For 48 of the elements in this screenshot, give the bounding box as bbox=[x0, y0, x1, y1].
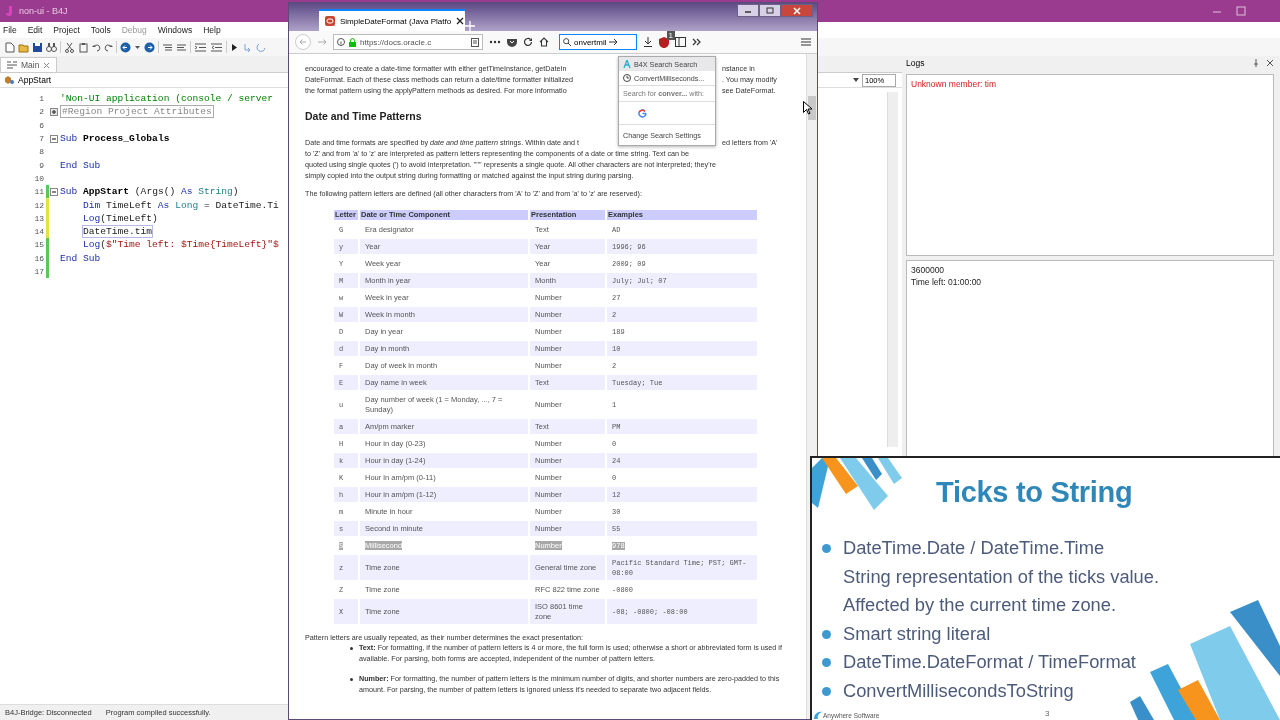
line-number: 6 bbox=[38, 120, 45, 130]
code-line: 'Non-UI application (console / server bbox=[59, 93, 274, 105]
log-error: Unknown member: tim bbox=[911, 79, 998, 89]
bullet-text: Smart string literal bbox=[843, 621, 991, 646]
code-line: Sub AppStart (Args() As String) bbox=[59, 186, 239, 198]
menu-item[interactable]: Help bbox=[203, 25, 221, 35]
editor-tab[interactable]: Main bbox=[0, 57, 58, 72]
line-number: 9 bbox=[38, 160, 45, 170]
line-number: 7 bbox=[38, 134, 45, 144]
line-number: 13 bbox=[33, 213, 45, 223]
menu-item[interactable]: File bbox=[3, 25, 17, 35]
line-number: 14 bbox=[33, 227, 45, 237]
notification-badge: 1 bbox=[666, 30, 675, 40]
menu-item[interactable]: Project bbox=[53, 25, 80, 35]
search-field[interactable]: onvertmil bbox=[559, 34, 637, 50]
menu-item[interactable]: Edit bbox=[27, 25, 43, 35]
line-number: 10 bbox=[33, 173, 45, 183]
panel-title: Logs bbox=[906, 58, 925, 68]
line-number: 17 bbox=[33, 267, 45, 276]
line-number: 16 bbox=[33, 253, 45, 263]
log-line: Time left: 01:00:00 bbox=[911, 277, 983, 287]
bullet-text: DateTime.DateFormat / TimeFormat bbox=[843, 650, 1136, 674]
address-bar[interactable]: https://docs.oracle.c bbox=[333, 34, 483, 50]
search-text: onvertmil bbox=[574, 37, 607, 47]
code-line: Log(TimeLeft) bbox=[82, 212, 158, 224]
menu-item[interactable]: Tools bbox=[90, 25, 111, 35]
module-name: AppStart bbox=[18, 75, 52, 85]
line-number: 1 bbox=[38, 94, 45, 104]
line-number: 2 bbox=[38, 107, 45, 117]
bullet-text: ConvertMillisecondsToString bbox=[843, 678, 1074, 703]
line-number: 15 bbox=[33, 240, 45, 250]
code-line: End Sub bbox=[59, 159, 101, 171]
bullet-text: DateTime.Date / DateTime.Time String representation of the ticks value. Affected by the current time zone. bbox=[843, 536, 1160, 617]
section-heading: Date and Time Patterns bbox=[305, 109, 422, 123]
code-line: Log($"Time left: $Time{TimeLeft}"$ bbox=[82, 239, 279, 251]
window-title: non-ui - B4J bbox=[19, 6, 68, 16]
line-number: 12 bbox=[33, 200, 45, 210]
page-number: 3 bbox=[1045, 709, 1050, 718]
line-number: 8 bbox=[38, 147, 45, 157]
code-line: Dim TimeLeft As Long = DateTime.Ti bbox=[82, 199, 279, 211]
menu-item[interactable]: Windows bbox=[157, 25, 193, 35]
log-line: 3600000 bbox=[911, 265, 946, 275]
code-line: Sub Process_Globals bbox=[59, 133, 170, 145]
code-line: DateTime.tim bbox=[82, 226, 153, 238]
slide-title: Ticks to String bbox=[936, 476, 1133, 509]
browser-tab[interactable]: SimpleDateFormat (Java Platfo bbox=[319, 9, 465, 31]
code-line: End Sub bbox=[59, 252, 101, 264]
line-number: 11 bbox=[33, 187, 45, 197]
